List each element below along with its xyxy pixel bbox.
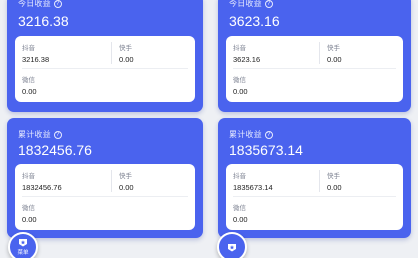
platform-breakdown: 抖音 3623.16 快手 0.00 微信 0.00 xyxy=(226,36,403,102)
kuaishou-cell: 快手 0.00 xyxy=(327,170,342,192)
menu-fab-button[interactable]: 菜单 xyxy=(8,232,38,258)
douyin-cell: 抖音 1835673.14 xyxy=(233,170,273,192)
douyin-value: 1832456.76 xyxy=(22,183,62,192)
kuaishou-value: 0.00 xyxy=(327,183,342,192)
platform-breakdown: 抖音 1835673.14 快手 0.00 微信 0.00 xyxy=(226,164,403,230)
kuaishou-cell: 快手 0.00 xyxy=(327,42,342,64)
column-divider xyxy=(111,170,112,192)
card-title: 今日收益 xyxy=(229,0,262,8)
douyin-value: 1835673.14 xyxy=(233,183,273,192)
cumulative-earnings-card: 累计收益 ? 1832456.76 抖音 1832456.76 快手 0.00 … xyxy=(7,118,203,238)
fab-label: 菜单 xyxy=(17,250,29,256)
douyin-label: 抖音 xyxy=(22,173,35,180)
douyin-cell: 抖音 1832456.76 xyxy=(22,170,62,192)
star-shield-icon xyxy=(228,243,236,251)
star-shield-icon xyxy=(19,239,27,247)
douyin-value: 3623.16 xyxy=(233,55,261,64)
kuaishou-label: 快手 xyxy=(119,45,132,52)
weixin-cell: 微信 0.00 xyxy=(233,202,248,224)
total-earnings: 1832456.76 xyxy=(18,142,92,158)
earnings-dashboard: 今日收益 ? 3216.38 抖音 3216.38 快手 0.00 微信 0.0… xyxy=(0,0,418,258)
douyin-label: 抖音 xyxy=(233,173,246,180)
kuaishou-label: 快手 xyxy=(327,45,340,52)
platform-breakdown: 抖音 1832456.76 快手 0.00 微信 0.00 xyxy=(15,164,195,230)
today-earnings-card: 今日收益 ? 3216.38 抖音 3216.38 快手 0.00 微信 0.0… xyxy=(7,0,203,112)
weixin-label: 微信 xyxy=(233,205,246,212)
kuaishou-value: 0.00 xyxy=(119,55,134,64)
card-title: 今日收益 xyxy=(18,0,51,8)
kuaishou-cell: 快手 0.00 xyxy=(119,42,134,64)
help-icon[interactable]: ? xyxy=(53,130,62,139)
menu-fab-button[interactable] xyxy=(217,232,247,258)
weixin-label: 微信 xyxy=(22,77,35,84)
today-earnings-card: 今日收益 ? 3623.16 抖音 3623.16 快手 0.00 微信 0.0… xyxy=(218,0,411,112)
weixin-cell: 微信 0.00 xyxy=(22,202,37,224)
kuaishou-cell: 快手 0.00 xyxy=(119,170,134,192)
platform-breakdown: 抖音 3216.38 快手 0.00 微信 0.00 xyxy=(15,36,195,102)
douyin-label: 抖音 xyxy=(22,45,35,52)
row-divider xyxy=(233,196,396,197)
weixin-value: 0.00 xyxy=(233,87,248,96)
column-divider xyxy=(319,170,320,192)
total-earnings: 1835673.14 xyxy=(229,142,303,158)
kuaishou-label: 快手 xyxy=(327,173,340,180)
weixin-label: 微信 xyxy=(233,77,246,84)
douyin-cell: 抖音 3623.16 xyxy=(233,42,260,64)
kuaishou-value: 0.00 xyxy=(327,55,342,64)
card-title: 累计收益 xyxy=(229,130,262,139)
weixin-cell: 微信 0.00 xyxy=(22,74,37,96)
column-divider xyxy=(319,42,320,64)
weixin-value: 0.00 xyxy=(22,215,37,224)
help-icon[interactable]: ? xyxy=(264,130,273,139)
weixin-value: 0.00 xyxy=(233,215,248,224)
weixin-value: 0.00 xyxy=(22,87,37,96)
help-icon[interactable]: ? xyxy=(53,0,62,8)
row-divider xyxy=(22,68,188,69)
total-earnings: 3623.16 xyxy=(229,13,280,29)
kuaishou-value: 0.00 xyxy=(119,183,134,192)
total-earnings: 3216.38 xyxy=(18,13,69,29)
weixin-label: 微信 xyxy=(22,205,35,212)
row-divider xyxy=(22,196,188,197)
douyin-cell: 抖音 3216.38 xyxy=(22,42,49,64)
douyin-value: 3216.38 xyxy=(22,55,50,64)
douyin-label: 抖音 xyxy=(233,45,246,52)
weixin-cell: 微信 0.00 xyxy=(233,74,248,96)
kuaishou-label: 快手 xyxy=(119,173,132,180)
card-title: 累计收益 xyxy=(18,130,51,139)
column-divider xyxy=(111,42,112,64)
help-icon[interactable]: ? xyxy=(264,0,273,8)
row-divider xyxy=(233,68,396,69)
cumulative-earnings-card: 累计收益 ? 1835673.14 抖音 1835673.14 快手 0.00 … xyxy=(218,118,411,238)
